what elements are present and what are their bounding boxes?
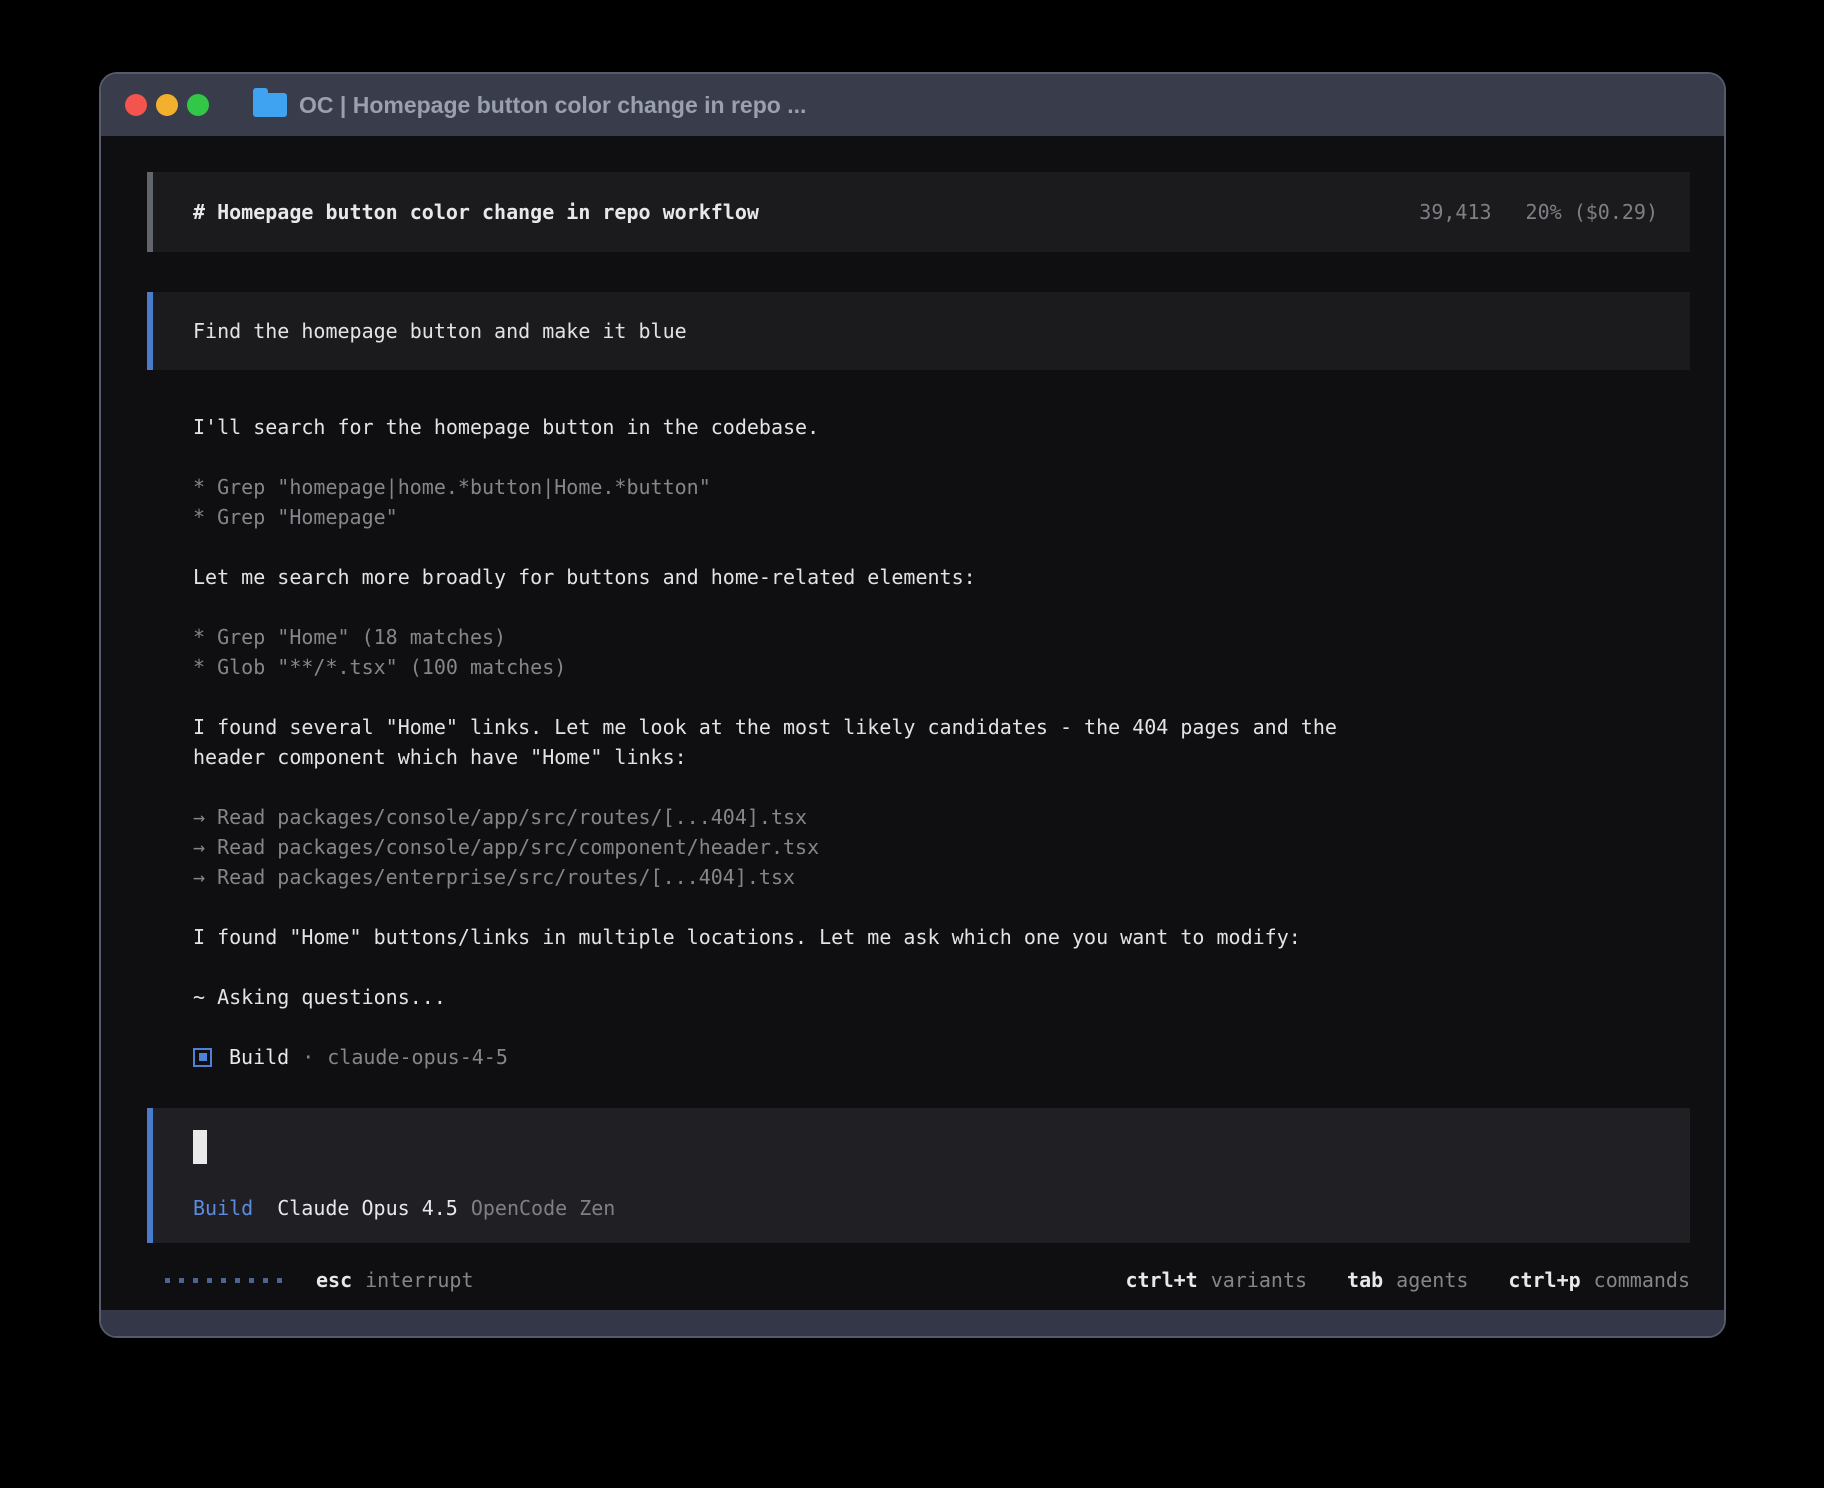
agent-build-icon <box>193 1048 212 1067</box>
window-footer-strip <box>101 1310 1724 1336</box>
terminal-content: # Homepage button color change in repo w… <box>101 136 1724 1310</box>
session-title: # Homepage button color change in repo w… <box>193 197 759 227</box>
session-header: # Homepage button color change in repo w… <box>147 172 1690 252</box>
status-bar-right: ctrl+t variants tab agents ctrl+p comman… <box>1125 1265 1690 1295</box>
input-model: Claude Opus 4.5 <box>277 1193 458 1223</box>
token-count: 39,413 <box>1419 197 1491 227</box>
input-provider: OpenCode Zen <box>471 1193 616 1223</box>
close-button[interactable] <box>125 94 147 116</box>
assistant-paragraph: I'll search for the homepage button in t… <box>193 412 1690 442</box>
shortcut-label: agents <box>1396 1265 1468 1295</box>
zoom-button[interactable] <box>187 94 209 116</box>
context-cost: 20% ($0.29) <box>1526 197 1658 227</box>
spinner-dots-icon <box>165 1278 282 1283</box>
shortcut-label: variants <box>1211 1265 1307 1295</box>
shortcut-variants: ctrl+t variants <box>1125 1265 1307 1295</box>
input-mode: Build <box>193 1193 253 1223</box>
shortcut-key: esc <box>316 1265 352 1295</box>
assistant-paragraph: I found several "Home" links. Let me loo… <box>193 712 1690 772</box>
tool-call-group: → Read packages/console/app/src/routes/[… <box>193 802 1690 892</box>
tool-call-read: → Read packages/enterprise/src/routes/[.… <box>193 862 1690 892</box>
shortcut-commands: ctrl+p commands <box>1508 1265 1690 1295</box>
input-meta: Build Claude Opus 4.5 OpenCode Zen <box>193 1193 1690 1223</box>
user-message-text: Find the homepage button and make it blu… <box>193 316 687 346</box>
shortcut-key: ctrl+p <box>1508 1265 1580 1295</box>
tool-call-group: * Grep "homepage|home.*button|Home.*butt… <box>193 472 1690 532</box>
tool-call-glob: * Glob "**/*.tsx" (100 matches) <box>193 652 1690 682</box>
assistant-text: header component which have "Home" links… <box>193 742 1690 772</box>
status-bar: esc interrupt ctrl+t variants tab agents… <box>147 1265 1690 1295</box>
window-title: OC | Homepage button color change in rep… <box>299 92 806 119</box>
shortcut-agents: tab agents <box>1347 1265 1468 1295</box>
minimize-button[interactable] <box>156 94 178 116</box>
tool-call-group: * Grep "Home" (18 matches) * Glob "**/*.… <box>193 622 1690 682</box>
assistant-status-text: ~ Asking questions... <box>193 982 1690 1012</box>
tool-call-grep: * Grep "homepage|home.*button|Home.*butt… <box>193 472 1690 502</box>
folder-icon <box>253 93 287 117</box>
user-message: Find the homepage button and make it blu… <box>147 292 1690 370</box>
transcript: I'll search for the homepage button in t… <box>147 412 1690 1072</box>
tool-call-read: → Read packages/console/app/src/routes/[… <box>193 802 1690 832</box>
assistant-paragraph: I found "Home" buttons/links in multiple… <box>193 922 1690 952</box>
session-metrics: 39,413 20% ($0.29) <box>1419 197 1658 227</box>
shortcut-interrupt: esc interrupt <box>316 1265 474 1295</box>
title-bar: OC | Homepage button color change in rep… <box>101 74 1724 136</box>
separator-dot: · <box>302 1042 314 1072</box>
agent-model: claude-opus-4-5 <box>327 1042 508 1072</box>
prompt-input[interactable]: Build Claude Opus 4.5 OpenCode Zen <box>147 1108 1690 1243</box>
assistant-paragraph: Let me search more broadly for buttons a… <box>193 562 1690 592</box>
assistant-text: I found "Home" buttons/links in multiple… <box>193 922 1690 952</box>
agent-name: Build <box>229 1042 289 1072</box>
assistant-text: I'll search for the homepage button in t… <box>193 412 1690 442</box>
shortcut-key: tab <box>1347 1265 1383 1295</box>
assistant-text: I found several "Home" links. Let me loo… <box>193 712 1690 742</box>
tool-call-read: → Read packages/console/app/src/componen… <box>193 832 1690 862</box>
traffic-lights <box>125 94 209 116</box>
assistant-text: Let me search more broadly for buttons a… <box>193 562 1690 592</box>
agent-status-line: Build · claude-opus-4-5 <box>193 1042 1690 1072</box>
text-cursor <box>193 1130 207 1164</box>
tool-call-grep: * Grep "Home" (18 matches) <box>193 622 1690 652</box>
terminal-window: OC | Homepage button color change in rep… <box>99 72 1726 1338</box>
shortcut-key: ctrl+t <box>1125 1265 1197 1295</box>
shortcut-label: interrupt <box>365 1265 473 1295</box>
tool-call-grep: * Grep "Homepage" <box>193 502 1690 532</box>
assistant-paragraph: ~ Asking questions... <box>193 982 1690 1012</box>
status-bar-left: esc interrupt <box>147 1265 474 1295</box>
shortcut-label: commands <box>1594 1265 1690 1295</box>
